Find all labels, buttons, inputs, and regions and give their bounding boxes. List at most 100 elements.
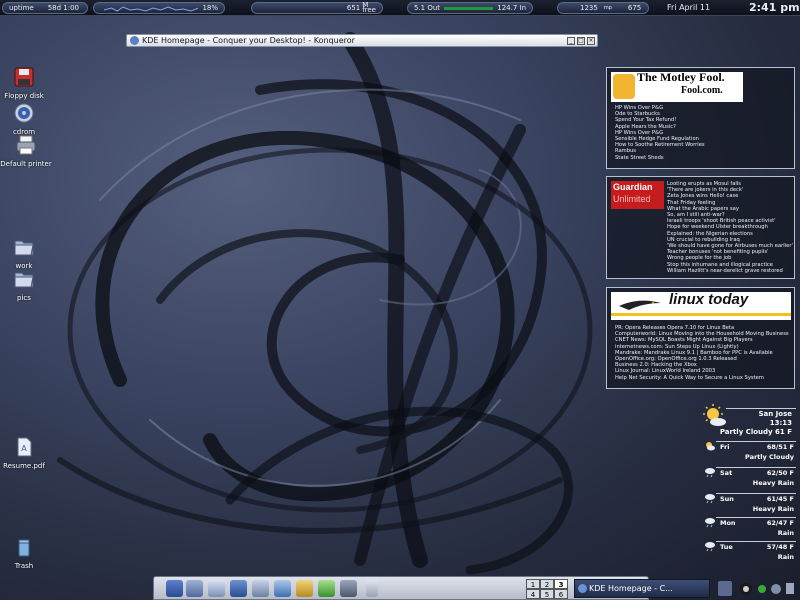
forecast-day: Fri 68/51 F Partly Cloudy bbox=[704, 440, 796, 464]
minimize-button[interactable]: _ bbox=[567, 36, 575, 45]
motley-fool-logo[interactable]: The Motley Fool. Fool.com. bbox=[611, 70, 743, 102]
forecast-temp: 57/48 F bbox=[766, 543, 794, 551]
weather-divider bbox=[726, 408, 796, 409]
forecast-divider bbox=[716, 541, 796, 542]
temperature-unit: mp bbox=[603, 5, 612, 11]
cpu-meter: 18% bbox=[93, 2, 225, 14]
folder-icon bbox=[14, 272, 34, 288]
desktop-pager[interactable]: 1 2 3 4 5 6 bbox=[526, 579, 570, 599]
system-monitor-bar: uptime 58d 1:00 18% 651 M free 5.1 Out 1… bbox=[0, 0, 800, 16]
uptime-value: 58d 1:00 bbox=[47, 4, 79, 12]
fool-headline-list: HP Wins Over P&G Ode to Starbucks Spend … bbox=[615, 105, 705, 161]
cpu-value: 18% bbox=[202, 4, 218, 12]
close-button[interactable]: × bbox=[587, 36, 595, 45]
weather-current[interactable]: San Jose 13:13 Partly Cloudy 61 F bbox=[702, 403, 798, 439]
fool-logo-line1: The Motley Fool. bbox=[637, 70, 725, 84]
konqueror-icon[interactable] bbox=[230, 580, 247, 597]
forecast-divider bbox=[716, 517, 796, 518]
temperature-meter: 1235 mp 675 bbox=[557, 2, 649, 14]
forecast-day: Tue 57/48 F Rain bbox=[704, 540, 796, 564]
desktop-icon-resume[interactable]: A Resume.pdf bbox=[0, 436, 52, 470]
svg-text:A: A bbox=[21, 444, 27, 453]
forecast-day-name: Sun bbox=[720, 495, 734, 503]
cpu-graph bbox=[104, 6, 199, 12]
maximize-button[interactable]: □ bbox=[577, 36, 585, 45]
forecast-condition: Heavy Rain bbox=[752, 505, 794, 513]
forecast-condition: Rain bbox=[777, 553, 794, 561]
temperature-value: 1235 bbox=[580, 4, 598, 12]
guardian-logo[interactable]: Guardian Unlimited bbox=[611, 181, 664, 209]
editor-icon[interactable] bbox=[296, 580, 313, 597]
headline-link[interactable]: State Street Sheds bbox=[615, 155, 705, 161]
weather-condition: Partly Cloudy 61 F bbox=[719, 428, 792, 436]
clipboard-icon[interactable] bbox=[718, 581, 732, 596]
pdf-icon: A bbox=[17, 437, 32, 457]
folder-icon bbox=[14, 240, 34, 256]
mail-icon[interactable] bbox=[318, 580, 335, 597]
forecast-day-name: Sat bbox=[720, 469, 733, 477]
desktop-icon-label: Trash bbox=[14, 562, 34, 570]
clock-time[interactable]: 2:41 pm bbox=[749, 1, 800, 14]
floppy-icon bbox=[14, 67, 34, 87]
forecast-day-name: Tue bbox=[720, 543, 733, 551]
forecast-day: Sun 61/45 F Heavy Rain bbox=[704, 492, 796, 516]
fool-logo-line2: Fool.com. bbox=[681, 85, 723, 96]
motley-fool-news-panel: The Motley Fool. Fool.com. HP Wins Over … bbox=[606, 67, 795, 169]
desktop-icon-label: Resume.pdf bbox=[3, 462, 45, 470]
guardian-news-panel: Guardian Unlimited Looting erupts as Mos… bbox=[606, 176, 795, 279]
forecast-divider bbox=[716, 493, 796, 494]
konqueror-app-icon bbox=[130, 36, 139, 45]
konqueror-window-titlebar[interactable]: KDE Homepage - Conquer your Desktop! - K… bbox=[126, 34, 598, 47]
network-in: 124.7 In bbox=[497, 4, 526, 12]
linux-today-news-panel: linux today PR: Opera Releases Opera 7.1… bbox=[606, 287, 795, 389]
memory-meter: 651 M free bbox=[251, 2, 383, 14]
desktop-icon-label: pics bbox=[17, 294, 31, 302]
network-status-icon[interactable] bbox=[758, 585, 766, 593]
guardian-headline-list: Looting erupts as Mosul falls 'There are… bbox=[667, 181, 793, 274]
quick-launch-icon[interactable] bbox=[366, 580, 378, 597]
forecast-day: Sat 62/50 F Heavy Rain bbox=[704, 466, 796, 490]
forecast-temp: 61/45 F bbox=[766, 495, 794, 503]
desktop-icon-trash[interactable]: Trash bbox=[0, 536, 52, 570]
desktop-icon-work[interactable]: work bbox=[0, 236, 52, 270]
desktop-icon-printer[interactable]: Default printer bbox=[0, 134, 54, 168]
pager-desktop-active[interactable]: 3 bbox=[554, 579, 568, 589]
desktop-icon-pics[interactable]: pics bbox=[0, 268, 52, 302]
desktop-icon-cdrom[interactable]: cdrom bbox=[0, 102, 52, 136]
weather-city: San Jose bbox=[758, 410, 792, 418]
network-out: 5.1 Out bbox=[414, 4, 441, 12]
pager-desktop[interactable]: 4 bbox=[526, 589, 540, 599]
forecast-temp: 62/47 F bbox=[766, 519, 794, 527]
pager-desktop[interactable]: 1 bbox=[526, 579, 540, 589]
printer-icon bbox=[16, 135, 36, 155]
settings-icon[interactable] bbox=[186, 580, 203, 597]
linux-today-logo[interactable]: linux today bbox=[611, 292, 791, 320]
headline-link[interactable]: Help Net Security: A Quick Way to Secure… bbox=[615, 375, 789, 381]
taskbar-task-konqueror[interactable]: KDE Homepage - C... bbox=[574, 579, 710, 598]
clock-date: Fri April 11 bbox=[667, 3, 711, 12]
pager-desktop[interactable]: 2 bbox=[540, 579, 554, 589]
extra-value: 675 bbox=[627, 4, 642, 12]
linux-today-logo-text: linux today bbox=[669, 291, 749, 308]
cdrom-icon bbox=[14, 103, 34, 123]
pager-desktop[interactable]: 6 bbox=[554, 589, 568, 599]
window-title: KDE Homepage - Conquer your Desktop! - K… bbox=[142, 36, 355, 45]
volume-icon[interactable] bbox=[771, 584, 781, 594]
forecast-temp: 62/50 F bbox=[766, 469, 794, 477]
kde-menu-icon[interactable] bbox=[166, 580, 183, 597]
network-icon[interactable] bbox=[252, 580, 269, 597]
forecast-condition: Heavy Rain bbox=[752, 479, 794, 487]
home-folder-icon[interactable] bbox=[208, 580, 225, 597]
weather-time: 13:13 bbox=[769, 419, 792, 427]
forecast-day-name: Fri bbox=[720, 443, 730, 451]
pager-desktop[interactable]: 5 bbox=[540, 589, 554, 599]
desktop-icon-label: Default printer bbox=[0, 160, 52, 168]
rain-icon bbox=[705, 542, 715, 552]
lock-icon[interactable] bbox=[786, 583, 794, 594]
desktop-icon-floppy[interactable]: Floppy disk bbox=[0, 66, 52, 100]
desktop-icon-label: Floppy disk bbox=[4, 92, 44, 100]
headline-link[interactable]: William Hazlitt's near-derelict grave re… bbox=[667, 268, 793, 274]
terminal-icon[interactable] bbox=[274, 580, 291, 597]
jester-icon bbox=[613, 74, 635, 99]
graphics-icon[interactable] bbox=[340, 580, 357, 597]
